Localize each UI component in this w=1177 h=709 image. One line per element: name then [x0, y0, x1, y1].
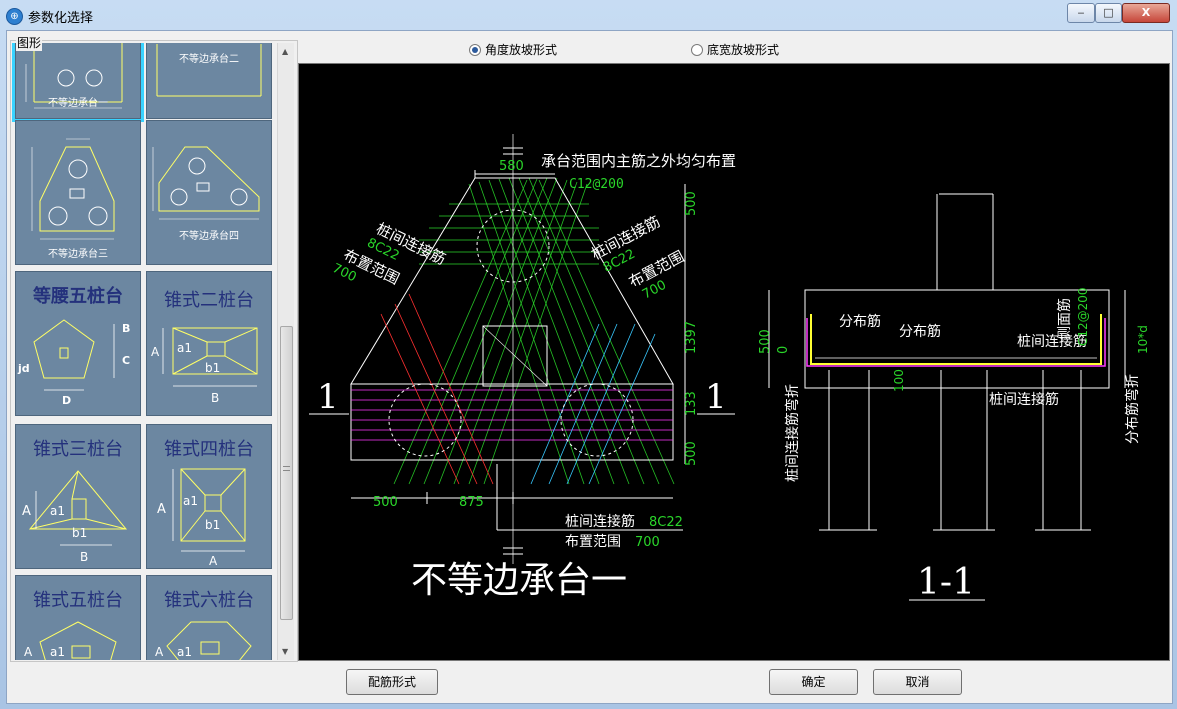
- svg-text:jd: jd: [17, 362, 30, 375]
- radio-unchecked-icon[interactable]: [691, 43, 703, 56]
- section-hook1: 桩间连接筋弯折: [784, 384, 801, 482]
- svg-text:a1: a1: [50, 504, 65, 518]
- section-link2: 桩间连接筋: [989, 391, 1059, 408]
- svg-text:b1: b1: [205, 518, 220, 532]
- preview-panel: 角度放坡形式 底宽放坡形式 1 1 580 500 875 500 1397 1…: [298, 31, 1172, 661]
- thumbnail-shape-4[interactable]: 不等边承台四: [146, 120, 272, 265]
- thumbnail-shape-2[interactable]: 不等边承台二: [146, 43, 272, 119]
- window-title: 参数化选择: [28, 11, 94, 26]
- section-side-spec: C12@200: [1076, 287, 1090, 346]
- svg-text:a1: a1: [177, 645, 192, 659]
- section-hook2: 分布筋弯折: [1124, 374, 1141, 444]
- app-icon: ⊕: [6, 8, 23, 25]
- svg-text:A: A: [24, 645, 33, 659]
- thumbnail-shape-5[interactable]: 等腰五桩台 D B C jd: [15, 271, 141, 416]
- minimize-button[interactable]: ‒: [1067, 3, 1095, 23]
- rebar-form-button[interactable]: 配筋形式: [346, 669, 438, 695]
- section-title: 1-1: [917, 562, 975, 603]
- radio-width-slope-label: 底宽放坡形式: [707, 43, 780, 57]
- ok-button[interactable]: 确定: [769, 669, 858, 695]
- svg-text:A: A: [209, 554, 218, 568]
- label-bottom-link: 桩间连接筋: [565, 513, 635, 530]
- close-button[interactable]: X: [1122, 3, 1170, 23]
- drawing-title: 不等边承台一: [411, 560, 627, 601]
- dim-bottom-mid: 875: [459, 495, 484, 510]
- section-dist1: 分布筋: [839, 313, 881, 330]
- radio-checked-icon[interactable]: [469, 43, 481, 56]
- section-mark-left: 1: [317, 377, 339, 417]
- dim-right-1: 500: [684, 191, 699, 216]
- scroll-down-icon[interactable]: ▼: [282, 647, 288, 656]
- section-d100: 100: [892, 369, 906, 392]
- thumbnail-shape-6[interactable]: 锥式二桩台 B A a1 b1: [146, 271, 272, 416]
- thumbnail-shape-7[interactable]: 锥式三桩台 A a1 b1 B: [15, 424, 141, 569]
- section-mark-right: 1: [705, 377, 727, 417]
- dim-right-4: 500: [684, 441, 699, 466]
- svg-text:b1: b1: [72, 526, 87, 540]
- svg-text:A: A: [151, 345, 160, 359]
- svg-text:A: A: [155, 645, 164, 659]
- thumbnail-label: 不等边承台二: [179, 54, 239, 65]
- thumbnail-scrollbar[interactable]: ▲ ▼: [277, 43, 294, 660]
- thumbnail-shape-10[interactable]: 锥式六桩台 a1 A: [146, 575, 272, 660]
- maximize-button[interactable]: □: [1095, 3, 1122, 23]
- thumbnail-shape-3[interactable]: 不等边承台三: [15, 120, 141, 265]
- drawing-canvas: 1 1 580 500 875 500 1397 133 500 承台范围内主筋…: [298, 63, 1170, 661]
- svg-text:a1: a1: [177, 341, 192, 355]
- cancel-button[interactable]: 取消: [873, 669, 962, 695]
- dim-right-3: 133: [684, 391, 699, 416]
- grip-icon: [283, 466, 290, 471]
- thumbnail-label: 不等边承台一: [48, 98, 108, 109]
- svg-text:a1: a1: [50, 645, 65, 659]
- section-d0: 0: [776, 346, 791, 354]
- section-d500: 500: [758, 329, 773, 354]
- label-bottom-range: 布置范围: [565, 533, 621, 550]
- section-dist2: 分布筋: [899, 323, 941, 340]
- title-bar: ⊕ 参数化选择 ‒ □ X: [0, 0, 1177, 30]
- thumbnail-shape-8[interactable]: 锥式四桩台 A a1 b1 A: [146, 424, 272, 569]
- label-bottom-link-spec: 8C22: [649, 515, 683, 530]
- radio-width-slope[interactable]: 底宽放坡形式: [691, 41, 779, 58]
- dialog-client: 图形 不等边承台一 不等边承台二 不等边承台三 不等边承台四 等腰五桩台 D B…: [6, 30, 1173, 704]
- svg-text:b1: b1: [205, 361, 220, 375]
- radio-angle-slope[interactable]: 角度放坡形式: [469, 41, 557, 58]
- section-hook-spec: 10*d: [1136, 325, 1150, 354]
- thumbnail-label: 不等边承台四: [179, 231, 239, 242]
- dim-bottom-left: 500: [373, 495, 398, 510]
- note-top: 承台范围内主筋之外均匀布置: [541, 152, 736, 170]
- thumbnail-shape-9[interactable]: 锥式五桩台 a1 A: [15, 575, 141, 660]
- dim-right-2: 1397: [684, 321, 699, 354]
- section-side-rebar: 侧面筋: [1056, 298, 1073, 340]
- svg-text:B: B: [211, 391, 219, 405]
- svg-text:A: A: [157, 502, 166, 517]
- svg-text:B: B: [122, 322, 130, 335]
- svg-text:A: A: [22, 504, 31, 519]
- svg-text:a1: a1: [183, 494, 198, 508]
- scrollbar-thumb[interactable]: [280, 326, 293, 620]
- svg-text:C: C: [122, 354, 130, 367]
- dialog-window: ⊕ 参数化选择 ‒ □ X 图形 不等边承台一 不等边承台二 不等边承台三 不等…: [0, 0, 1177, 709]
- label-bottom-range-spec: 700: [635, 535, 660, 550]
- dim-top: 580: [499, 159, 524, 174]
- note-top-rebar: C12@200: [569, 177, 624, 192]
- shape-group-label: 图形: [16, 34, 43, 51]
- shape-panel: 图形 不等边承台一 不等边承台二 不等边承台三 不等边承台四 等腰五桩台 D B…: [7, 31, 298, 662]
- shape-thumbnail-list: 不等边承台一 不等边承台二 不等边承台三 不等边承台四 等腰五桩台 D B C …: [12, 43, 272, 660]
- svg-text:D: D: [62, 394, 71, 407]
- thumbnail-label: 不等边承台三: [48, 249, 108, 260]
- radio-angle-slope-label: 角度放坡形式: [485, 43, 558, 57]
- scroll-up-icon[interactable]: ▲: [282, 47, 288, 56]
- thumbnail-shape-1[interactable]: 不等边承台一: [12, 43, 144, 122]
- svg-text:B: B: [80, 550, 88, 564]
